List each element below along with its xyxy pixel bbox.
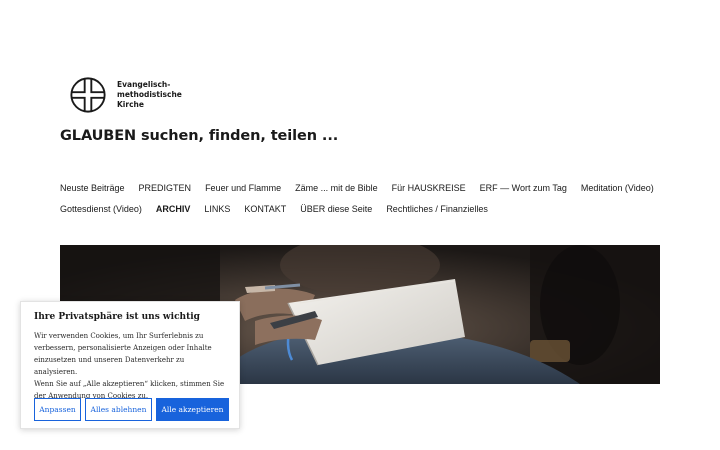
cookie-text-line: Wir verwenden Cookies, um Ihr Surferlebn… <box>34 332 204 340</box>
nav-item-neuste-beitraege[interactable]: Neuste Beiträge <box>60 183 125 193</box>
logo-text: Evangelisch- methodistische Kirche <box>117 80 182 110</box>
cookie-text-line: Wenn Sie auf „Alle akzeptieren“ klicken,… <box>34 380 225 388</box>
cookie-banner-title: Ihre Privatsphäre ist uns wichtig <box>34 312 200 322</box>
nav-item-kontakt[interactable]: KONTAKT <box>244 204 286 214</box>
nav-item-rechtliches-finanzielles[interactable]: Rechtliches / Finanzielles <box>386 204 488 214</box>
nav-row: Neuste Beiträge PREDIGTEN Feuer und Flam… <box>60 177 670 198</box>
cross-logo-icon <box>70 77 106 113</box>
accept-all-button[interactable]: Alle akzeptieren <box>156 398 229 421</box>
cookie-consent-banner: Ihre Privatsphäre ist uns wichtig Wir ve… <box>20 301 240 429</box>
nav-item-erf-wort-zum-tag[interactable]: ERF — Wort zum Tag <box>480 183 567 193</box>
nav-item-predigten[interactable]: PREDIGTEN <box>139 183 192 193</box>
site-title[interactable]: GLAUBEN suchen, finden, teilen ... <box>60 128 338 144</box>
nav-row: Gottesdienst (Video) ARCHIV LINKS KONTAK… <box>60 198 670 219</box>
nav-item-gottesdienst-video[interactable]: Gottesdienst (Video) <box>60 204 142 214</box>
customize-button[interactable]: Anpassen <box>34 398 81 421</box>
logo-text-line: methodistische <box>117 90 182 99</box>
main-navigation: Neuste Beiträge PREDIGTEN Feuer und Flam… <box>60 177 670 219</box>
logo-text-line: Kirche <box>117 100 144 109</box>
nav-item-feuer-und-flamme[interactable]: Feuer und Flamme <box>205 183 281 193</box>
cookie-banner-text: Wir verwenden Cookies, um Ihr Surferlebn… <box>34 330 226 402</box>
nav-item-links[interactable]: LINKS <box>204 204 230 214</box>
logo-text-line: Evangelisch- <box>117 80 171 89</box>
cookie-buttons: Anpassen Alles ablehnen Alle akzeptieren <box>34 398 229 421</box>
site-logo[interactable]: Evangelisch- methodistische Kirche <box>69 75 189 115</box>
nav-item-fuer-hauskreise[interactable]: Für HAUSKREISE <box>392 183 466 193</box>
cookie-text-line: verbessern, personalisierte Anzeigen ode… <box>34 344 212 352</box>
reject-all-button[interactable]: Alles ablehnen <box>85 398 152 421</box>
cookie-text-line: einzusetzen und unseren Datenverkehr zu … <box>34 356 185 376</box>
nav-item-zaeme-mit-de-bible[interactable]: Zäme ... mit de Bible <box>295 183 378 193</box>
nav-item-ueber-diese-seite[interactable]: ÜBER diese Seite <box>300 204 372 214</box>
nav-item-archiv[interactable]: ARCHIV <box>156 204 191 214</box>
nav-item-meditation-video[interactable]: Meditation (Video) <box>581 183 654 193</box>
